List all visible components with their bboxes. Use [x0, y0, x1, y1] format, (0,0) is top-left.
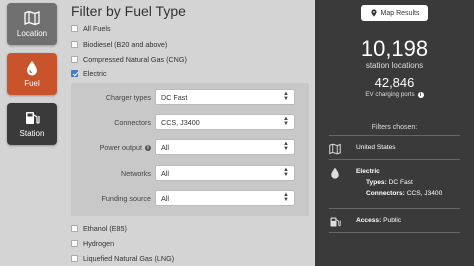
checkbox[interactable]: [71, 240, 78, 247]
checkbox-checked[interactable]: [71, 70, 78, 77]
ports-count: 42,846: [374, 75, 415, 90]
map-results-button[interactable]: Map Results: [361, 5, 428, 21]
fuel-pump-icon: [330, 217, 341, 227]
networks-select[interactable]: All ▲ ▼: [155, 165, 295, 181]
field-label: Power output i: [100, 143, 151, 152]
field-label: Connectors: [114, 118, 151, 127]
fuel-option-label: Ethanol (E85): [83, 224, 127, 233]
fuel-option-label: Electric: [83, 69, 107, 78]
fuel-pump-icon: [26, 112, 40, 124]
location-tab-label: Location: [16, 29, 48, 38]
field-label: Funding source: [101, 194, 151, 203]
field-label: Charger types: [105, 93, 151, 102]
station-tab[interactable]: Station: [7, 103, 57, 145]
networks-row: Networks All ▲ ▼: [71, 165, 309, 181]
fuel-tab-label: Fuel: [24, 79, 40, 88]
electric-options-panel: Charger types DC Fast ▲ ▼ Connectors CCS,…: [71, 83, 309, 216]
divider: [329, 232, 460, 233]
divider: [329, 208, 460, 209]
divider: [329, 159, 460, 160]
fuel-option-label: Compressed Natural Gas (CNG): [83, 55, 187, 64]
checkbox[interactable]: [71, 225, 78, 232]
results-panel: Map Results 10,198 station locations 42,…: [315, 0, 474, 266]
checkbox[interactable]: [71, 25, 78, 32]
map-icon: [24, 10, 40, 26]
funding-source-row: Funding source All ▲ ▼: [71, 190, 309, 206]
charger-types-select[interactable]: DC Fast ▲ ▼: [155, 89, 295, 105]
fuel-option-electric[interactable]: Electric: [71, 69, 107, 78]
fuel-option-lng[interactable]: Liquefied Natural Gas (LNG): [71, 254, 174, 263]
fuel-heading: Electric: [356, 168, 380, 175]
select-caret-icon: ▲ ▼: [283, 116, 289, 127]
funding-source-select[interactable]: All ▲ ▼: [155, 190, 295, 206]
filters-chosen-title: Filters chosen:: [371, 124, 418, 131]
info-icon[interactable]: i: [145, 144, 151, 151]
fuel-tab[interactable]: Fuel: [7, 53, 57, 95]
fuel-option-ethanol[interactable]: Ethanol (E85): [71, 224, 127, 233]
fuel-option-label: Biodiesel (B20 and above): [83, 40, 168, 49]
fuel-option-label: Hydrogen: [83, 239, 115, 248]
connectors-line: Connectors: CCS, J3400: [366, 190, 443, 197]
page-title: Filter by Fuel Type: [71, 3, 186, 19]
connectors-row: Connectors CCS, J3400 ▲ ▼: [71, 114, 309, 130]
info-icon[interactable]: i: [417, 92, 424, 98]
station-count: 10,198: [360, 36, 429, 61]
divider: [329, 135, 460, 136]
access-line: Access: Public: [356, 217, 402, 224]
station-count-label: station locations: [365, 61, 424, 70]
select-caret-icon: ▲ ▼: [283, 141, 289, 152]
checkbox[interactable]: [71, 41, 78, 48]
ports-label: EV charging ports i: [315, 91, 474, 98]
fuel-drop-icon: [331, 167, 339, 179]
connectors-select[interactable]: CCS, J3400 ▲ ▼: [155, 114, 295, 130]
select-caret-icon: ▲ ▼: [283, 91, 289, 102]
fuel-option-hydrogen[interactable]: Hydrogen: [71, 239, 114, 248]
fuel-option-all[interactable]: All Fuels: [71, 24, 111, 33]
field-label: Networks: [121, 169, 151, 178]
fuel-option-biodiesel[interactable]: Biodiesel (B20 and above): [71, 40, 167, 49]
types-line: Types: DC Fast: [366, 179, 413, 186]
nav-rail: Location Fuel Station: [0, 0, 61, 266]
select-caret-icon: ▲ ▼: [283, 167, 289, 178]
checkbox[interactable]: [71, 255, 78, 262]
power-output-row: Power output i All ▲ ▼: [71, 139, 309, 155]
checkbox[interactable]: [71, 56, 78, 63]
fuel-drop-icon: [27, 61, 37, 76]
map-pin-icon: [370, 9, 377, 17]
fuel-option-label: All Fuels: [83, 24, 111, 33]
location-tab[interactable]: Location: [7, 3, 57, 45]
map-icon: [329, 143, 341, 155]
charger-types-row: Charger types DC Fast ▲ ▼: [71, 89, 309, 105]
power-output-select[interactable]: All ▲ ▼: [155, 139, 295, 155]
filter-panel: Filter by Fuel Type All Fuels Biodiesel …: [61, 0, 315, 266]
select-caret-icon: ▲ ▼: [283, 192, 289, 203]
station-tab-label: Station: [19, 129, 45, 138]
fuel-option-cng[interactable]: Compressed Natural Gas (CNG): [71, 55, 187, 64]
fuel-option-label: Liquefied Natural Gas (LNG): [83, 254, 175, 263]
